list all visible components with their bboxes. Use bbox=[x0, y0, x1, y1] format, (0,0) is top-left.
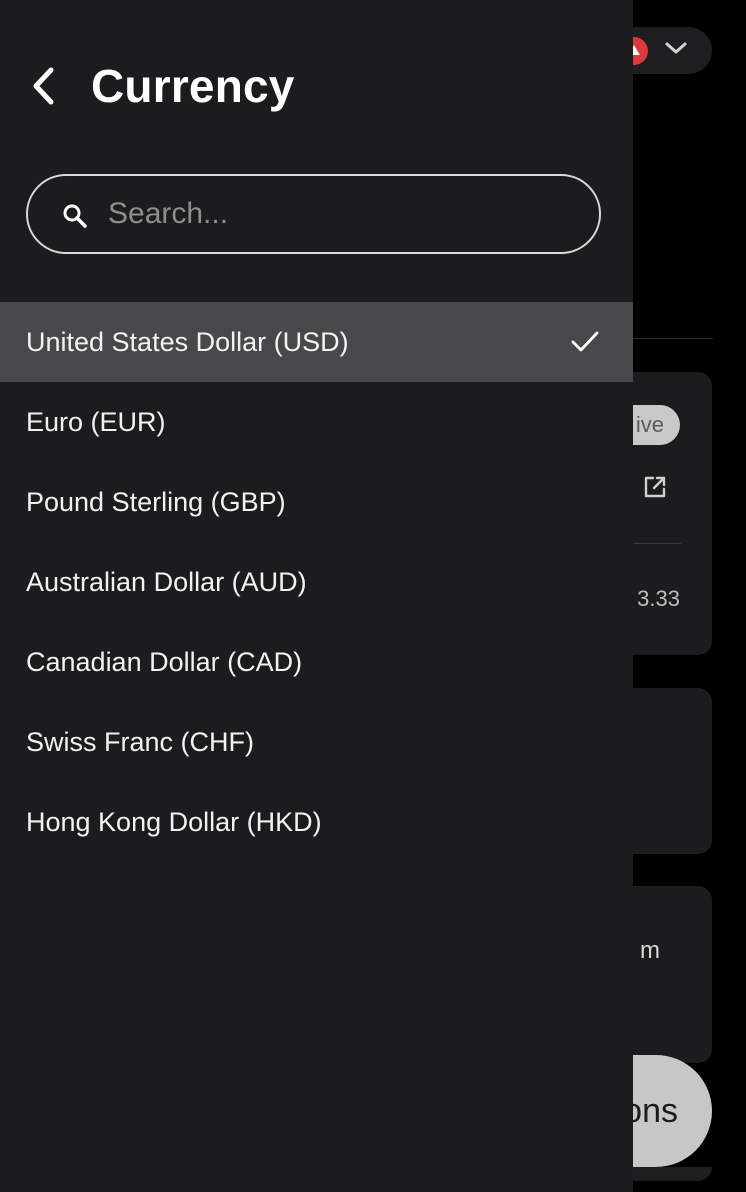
currency-item-hkd[interactable]: Hong Kong Dollar (HKD) bbox=[0, 782, 633, 862]
back-button[interactable] bbox=[22, 60, 66, 112]
currency-label: Australian Dollar (AUD) bbox=[26, 566, 307, 597]
currency-label: United States Dollar (USD) bbox=[26, 326, 349, 357]
currency-item-usd[interactable]: United States Dollar (USD) bbox=[0, 302, 633, 382]
external-link-icon[interactable] bbox=[641, 473, 669, 501]
currency-label: Hong Kong Dollar (HKD) bbox=[26, 806, 322, 837]
chevron-left-icon bbox=[33, 67, 54, 105]
header-divider bbox=[633, 338, 713, 339]
currency-label: Pound Sterling (GBP) bbox=[26, 486, 286, 517]
currency-panel: Currency United States Dollar (USD) Euro… bbox=[0, 0, 633, 1192]
search-icon bbox=[63, 204, 87, 228]
currency-item-eur[interactable]: Euro (EUR) bbox=[0, 382, 633, 462]
currency-label: Euro (EUR) bbox=[26, 406, 166, 437]
currency-item-gbp[interactable]: Pound Sterling (GBP) bbox=[0, 462, 633, 542]
checkmark-icon bbox=[571, 331, 599, 352]
page-title: Currency bbox=[91, 60, 295, 112]
card-divider bbox=[633, 543, 681, 544]
currency-item-aud[interactable]: Australian Dollar (AUD) bbox=[0, 542, 633, 622]
currency-label: Canadian Dollar (CAD) bbox=[26, 646, 303, 677]
currency-list: United States Dollar (USD) Euro (EUR) Po… bbox=[0, 302, 633, 862]
app-screen: ive 3.33 m ons Currency Unite bbox=[0, 0, 746, 1192]
search-box[interactable] bbox=[26, 174, 601, 254]
currency-label: Swiss Franc (CHF) bbox=[26, 726, 254, 757]
currency-item-chf[interactable]: Swiss Franc (CHF) bbox=[0, 702, 633, 782]
chevron-down-icon bbox=[665, 42, 687, 54]
currency-item-cad[interactable]: Canadian Dollar (CAD) bbox=[0, 622, 633, 702]
search-input[interactable] bbox=[108, 186, 578, 242]
